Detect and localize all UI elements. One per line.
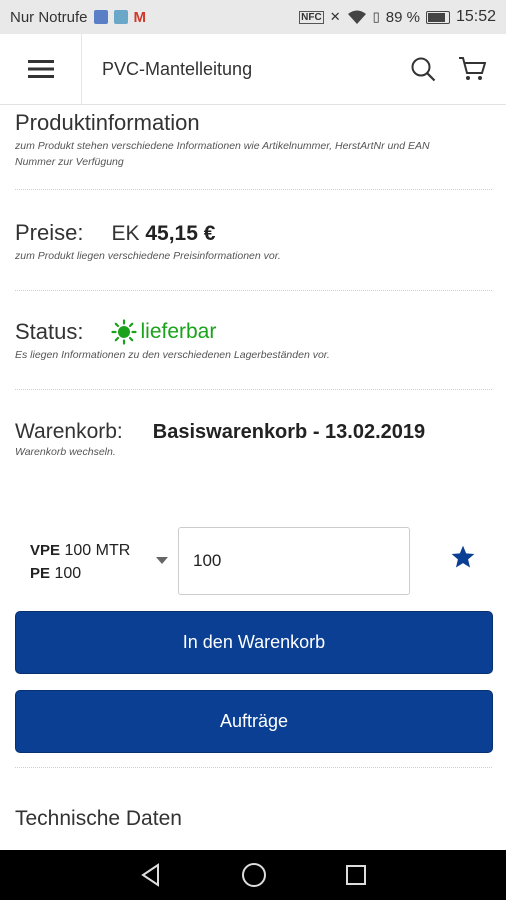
clock-text: 15:52: [455, 8, 496, 25]
search-icon[interactable]: [410, 56, 436, 82]
status-bar: Nur Notrufe M NFC ✕ ▯ 89 % 15:52: [0, 0, 506, 34]
status-value-text: lieferbar: [140, 320, 217, 343]
recents-icon[interactable]: [344, 863, 368, 887]
warenkorb-value: Basiswarenkorb - 13.02.2019: [152, 421, 426, 443]
wifi-icon: [347, 10, 366, 24]
produktinfo-section[interactable]: Produktinformation zum Produkt stehen ve…: [15, 104, 492, 190]
availability-sun-icon: [111, 319, 138, 345]
back-icon[interactable]: [138, 862, 164, 888]
vpe-label: VPE: [30, 542, 61, 559]
notification-icon: [93, 10, 108, 24]
warenkorb-row: Warenkorb: Basiswarenkorb - 13.02.2019: [15, 420, 492, 444]
warenkorb-note[interactable]: Warenkorb wechseln.: [15, 444, 492, 460]
add-to-cart-button[interactable]: In den Warenkorb: [15, 611, 493, 674]
quantity-row: VPE 100 MTR PE 100: [30, 527, 492, 597]
favorite-star-icon[interactable]: [450, 544, 476, 570]
vibrate-icon: ▯: [372, 9, 380, 24]
warenkorb-section[interactable]: Warenkorb: Basiswarenkorb - 13.02.2019 W…: [15, 390, 492, 490]
carrier-text: Nur Notrufe: [10, 8, 88, 26]
pe-label: PE: [30, 565, 51, 582]
menu-button[interactable]: [0, 34, 82, 104]
warenkorb-label: Warenkorb:: [15, 420, 123, 443]
divider: [15, 767, 492, 768]
system-navigation-bar: [0, 850, 506, 900]
status-bar-left: Nur Notrufe M: [10, 9, 146, 26]
preise-note: zum Produkt liegen verschiedene Preisinf…: [15, 250, 281, 262]
price-ek: EK 45,15 €: [111, 222, 215, 246]
pe-line: PE 100: [30, 562, 180, 585]
orders-button[interactable]: Aufträge: [15, 690, 493, 753]
battery-text: 89 %: [385, 8, 420, 26]
content: Produktinformation zum Produkt stehen ve…: [15, 104, 492, 490]
status-label: Status:: [15, 319, 84, 344]
preise-label: Preise:: [15, 220, 84, 245]
status-row: Status: lieferbar: [15, 319, 492, 345]
appbar-actions: [410, 56, 486, 82]
home-icon[interactable]: [240, 861, 268, 889]
preise-section[interactable]: Preise: EK 45,15 € zum Produkt liegen ve…: [15, 190, 492, 291]
gmail-icon: M: [133, 8, 147, 26]
nfc-icon: NFC: [299, 10, 324, 24]
chevron-down-icon: [156, 557, 168, 564]
status-value: lieferbar: [111, 319, 216, 345]
vpe-value: 100 MTR: [64, 542, 131, 559]
page-title: PVC-Mantelleitung: [102, 58, 253, 79]
quantity-input[interactable]: [178, 527, 410, 595]
technische-daten-title[interactable]: Technische Daten: [15, 807, 182, 831]
status-section[interactable]: Status: lieferbar Es liegen Informatione…: [15, 291, 492, 390]
pe-value: 100: [54, 565, 82, 582]
produktinfo-title: Produktinformation: [15, 110, 200, 135]
app-bar: PVC-Mantelleitung: [0, 34, 506, 105]
cart-icon[interactable]: [458, 56, 486, 82]
status-bar-right: NFC ✕ ▯ 89 % 15:52: [299, 8, 496, 26]
status-note: Es liegen Informationen zu den verschied…: [15, 349, 330, 361]
preise-row: Preise: EK 45,15 €: [15, 220, 492, 246]
ek-prefix: EK: [111, 222, 140, 245]
gallery-icon: [113, 10, 128, 24]
packaging-unit-select[interactable]: VPE 100 MTR PE 100: [30, 539, 180, 585]
battery-icon: [425, 10, 450, 24]
ek-value: 45,15 €: [145, 222, 216, 245]
mute-icon: ✕: [329, 9, 341, 24]
hamburger-icon: [27, 60, 54, 78]
produktinfo-note: zum Produkt stehen verschiedene Informat…: [15, 140, 430, 168]
